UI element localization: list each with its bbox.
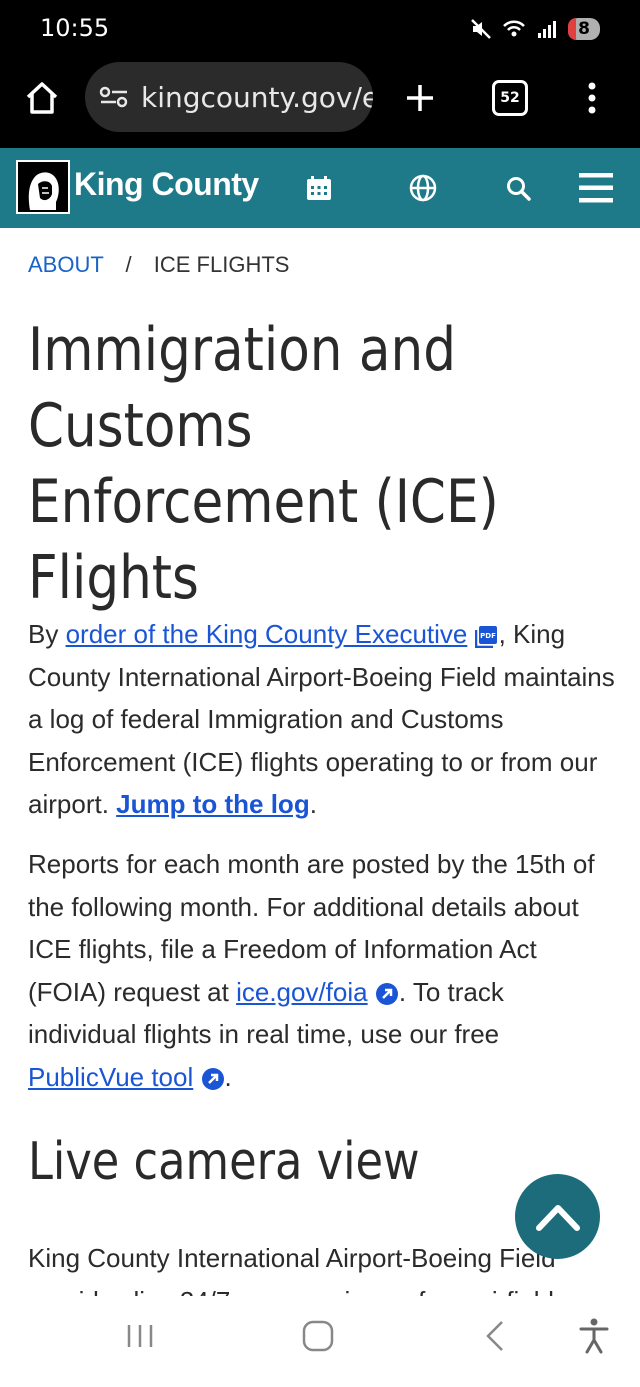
accessibility-icon[interactable] xyxy=(577,1316,611,1356)
status-icons: 8 xyxy=(470,18,600,40)
publicvue-tool-link[interactable]: PublicVue tool xyxy=(28,1062,193,1092)
page-title: Immigration and Customs Enforcement (ICE… xyxy=(28,315,499,613)
intro-paragraph: By order of the King County Executive PD… xyxy=(28,613,618,826)
breadcrumb: ABOUT / ICE FLIGHTS xyxy=(28,252,289,278)
breadcrumb-about-link[interactable]: ABOUT xyxy=(28,252,103,277)
svg-text:PDF: PDF xyxy=(480,632,496,640)
plus-icon[interactable] xyxy=(404,82,436,114)
status-time: 10:55 xyxy=(40,14,110,42)
external-link-icon xyxy=(375,982,398,1005)
battery-indicator: 8 xyxy=(568,18,600,40)
ice-foia-link[interactable]: ice.gov/foia xyxy=(236,977,368,1007)
executive-order-link[interactable]: order of the King County Executive xyxy=(66,619,468,649)
external-link-icon xyxy=(201,1067,224,1090)
address-bar[interactable]: kingcounty.gov/ei xyxy=(85,62,373,132)
logo-text[interactable]: King County xyxy=(74,166,259,203)
recent-apps-icon[interactable] xyxy=(125,1316,155,1356)
hamburger-menu-icon[interactable] xyxy=(578,171,614,205)
status-bar: 10:55 8 xyxy=(0,0,640,60)
para1-prefix: By xyxy=(28,619,66,649)
para2-suffix: . xyxy=(224,1061,232,1092)
section-title-live-camera: Live camera view xyxy=(28,1132,420,1192)
globe-icon[interactable] xyxy=(408,173,438,203)
breadcrumb-separator: / xyxy=(125,252,132,277)
calendar-icon[interactable] xyxy=(305,174,333,202)
back-nav-icon[interactable] xyxy=(482,1316,508,1356)
mute-icon xyxy=(471,19,492,39)
back-to-top-button[interactable] xyxy=(515,1174,600,1259)
jump-to-log-link[interactable]: Jump to the log xyxy=(116,789,310,819)
pdf-icon: PDF xyxy=(474,626,497,649)
tab-switcher-button[interactable]: 52 xyxy=(492,80,528,116)
url-text: kingcounty.gov/ei xyxy=(141,80,373,114)
kebab-menu-icon[interactable] xyxy=(582,80,602,116)
king-county-logo-icon[interactable] xyxy=(16,160,70,214)
system-nav-bar xyxy=(0,1296,640,1387)
chevron-up-icon xyxy=(535,1204,580,1231)
site-settings-icon[interactable] xyxy=(99,85,129,109)
wifi-icon xyxy=(503,20,526,37)
breadcrumb-current: ICE FLIGHTS xyxy=(153,252,290,277)
signal-icon xyxy=(538,21,557,38)
search-icon[interactable] xyxy=(505,175,532,202)
reports-paragraph: Reports for each month are posted by the… xyxy=(28,843,618,1098)
site-header: King County xyxy=(0,148,640,228)
para1-suffix: . xyxy=(309,789,317,819)
home-nav-icon[interactable] xyxy=(301,1316,335,1356)
browser-toolbar: kingcounty.gov/ei 52 xyxy=(0,60,640,148)
home-icon[interactable] xyxy=(24,80,60,116)
